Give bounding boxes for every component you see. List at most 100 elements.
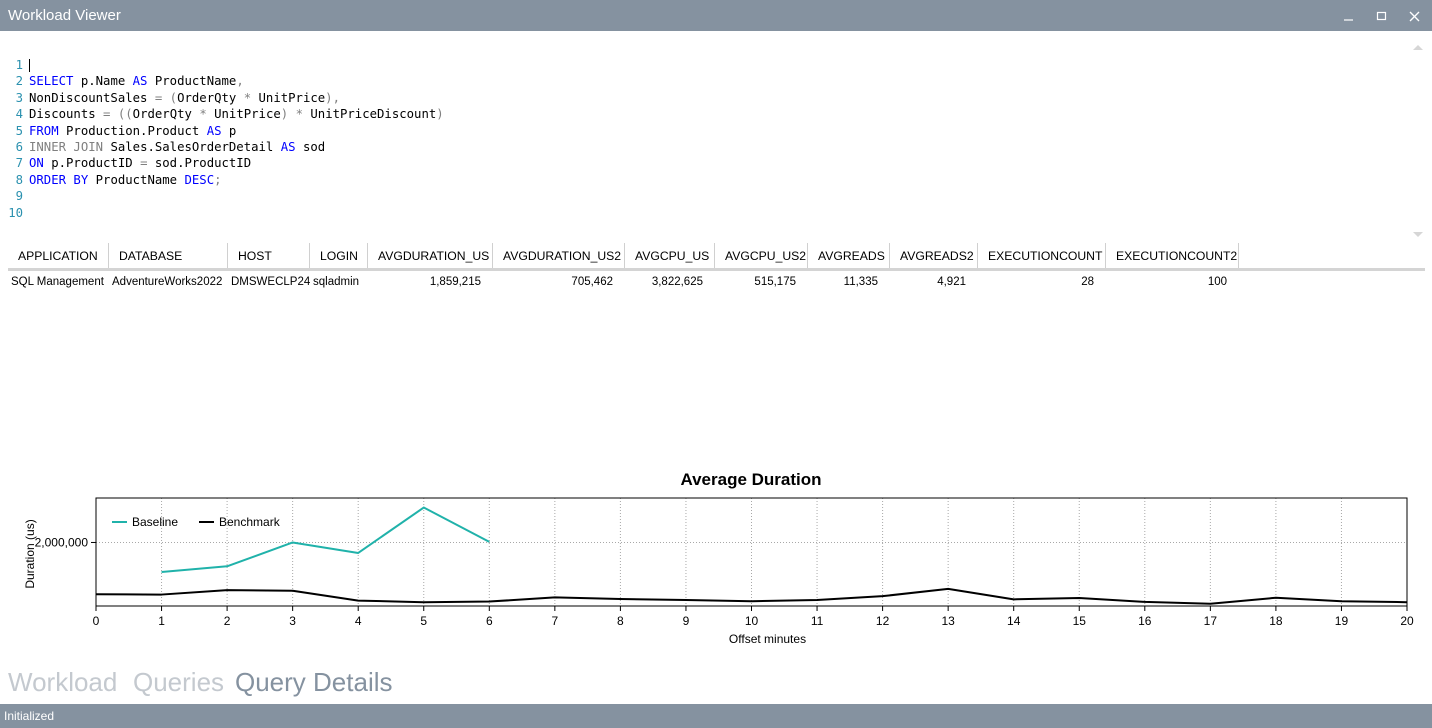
status-bar: Initialized <box>0 704 1432 728</box>
line-number: 9 <box>15 189 23 204</box>
line-number: 10 <box>8 205 23 220</box>
line-number: 5 <box>15 123 23 138</box>
tab-query-details[interactable]: Query Details <box>235 667 393 698</box>
code-token: OrderQty <box>177 90 244 105</box>
column-header-database[interactable]: DATABASE <box>109 243 228 268</box>
code-token: ), <box>325 90 340 105</box>
code-token: * <box>295 107 303 122</box>
code-text: SELECT p.Name AS ProductName, <box>29 73 244 89</box>
x-tick-label: 15 <box>1073 614 1087 628</box>
x-tick-label: 8 <box>617 614 624 628</box>
x-tick-label: 4 <box>355 614 362 628</box>
code-token: AS <box>280 140 296 154</box>
code-token: (( <box>117 107 133 122</box>
code-token: p.ProductID <box>43 156 141 171</box>
table-cell: DMSWECLP24 <box>231 276 311 288</box>
table-cell: 515,175 <box>754 276 796 288</box>
code-token: , <box>236 74 244 89</box>
x-tick-label: 18 <box>1269 614 1283 628</box>
code-token: ) <box>436 107 444 122</box>
tab-workload[interactable]: Workload <box>8 667 117 698</box>
table-cell: sqladmin <box>313 276 360 288</box>
code-token: NonDiscountSales <box>29 90 155 105</box>
code-token: OrderQty <box>132 107 200 122</box>
code-token: AS <box>206 123 222 138</box>
close-icon <box>1409 11 1420 22</box>
x-tick-label: 10 <box>745 614 759 628</box>
line-number: 2 <box>15 74 23 89</box>
code-token: UnitPrice <box>206 107 281 122</box>
line-number: 6 <box>15 140 23 154</box>
column-header-executioncount2[interactable]: EXECUTIONCOUNT2 <box>1106 243 1239 268</box>
code-token: Discounts <box>29 107 104 122</box>
status-text: Initialized <box>4 709 55 723</box>
average-duration-chart: 0 1 2 3 4 5 6 7 8 9 10 11 12 13 14 15 16 17 18 19 202,000,00… <box>23 497 1414 646</box>
x-tick-label: 12 <box>876 614 890 628</box>
code-text: Discounts = ((OrderQty * UnitPrice) * Un… <box>29 106 444 122</box>
code-text: FROM Production.Product AS p <box>29 123 236 139</box>
sql-editor[interactable]: 1 2 SELECT p.Name AS ProductName, 3 NonDisco… <box>0 57 1432 225</box>
x-tick-label: 3 <box>289 614 296 628</box>
x-tick-label: 13 <box>941 614 955 628</box>
grid-header: APPLICATION DATABASE HOST LOGIN AVGDURATION_… <box>8 243 1425 271</box>
code-token: p <box>221 123 237 138</box>
column-header-avgcpu-us2[interactable]: AVGCPU_US2 <box>715 243 808 268</box>
text-caret <box>29 59 30 72</box>
code-token: sod.ProductID <box>147 156 252 171</box>
table-cell: SQL Management <box>11 276 104 288</box>
y-tick-label: 2,000,000 <box>35 535 89 549</box>
code-token: p.Name <box>73 74 133 89</box>
column-header-host[interactable]: HOST <box>228 243 310 268</box>
table-cell: 100 <box>1207 276 1227 288</box>
table-cell: 28 <box>1081 276 1094 288</box>
column-header-login[interactable]: LOGIN <box>310 243 368 268</box>
line-number: 3 <box>15 90 23 105</box>
code-token: SELECT <box>29 74 74 89</box>
column-header-executioncount[interactable]: EXECUTIONCOUNT <box>978 243 1106 268</box>
column-header-avgreads[interactable]: AVGREADS <box>808 243 890 268</box>
x-tick-label: 20 <box>1400 614 1414 628</box>
minimize-button[interactable] <box>1335 4 1363 28</box>
code-token: Sales.SalesOrderDetail <box>103 140 281 154</box>
legend-label-benchmark: Benchmark <box>219 515 281 529</box>
column-header-avgduration-us2[interactable]: AVGDURATION_US2 <box>493 243 625 268</box>
line-number: 1 <box>15 58 23 72</box>
code-token: Production.Product <box>58 123 207 138</box>
table-cell: 705,462 <box>571 276 613 288</box>
column-header-avgcpu-us[interactable]: AVGCPU_US <box>625 243 715 268</box>
code-token: ProductName <box>88 172 185 187</box>
scroll-down-icon[interactable] <box>1412 230 1424 240</box>
tab-queries[interactable]: Queries <box>133 667 224 698</box>
table-row[interactable]: SQL Management AdventureWorks2022 DMSWECLP… <box>8 273 1425 291</box>
x-tick-label: 16 <box>1138 614 1152 628</box>
code-token: UnitPrice <box>251 90 326 105</box>
series-line-baseline <box>161 506 490 574</box>
scroll-up-icon[interactable] <box>1412 42 1424 52</box>
code-token: INNER JOIN <box>29 140 104 154</box>
line-number: 8 <box>15 172 23 187</box>
maximize-button[interactable] <box>1368 4 1396 28</box>
x-tick-label: 6 <box>486 614 493 628</box>
code-token: ( <box>169 90 178 105</box>
column-header-avgreads2[interactable]: AVGREADS2 <box>890 243 978 268</box>
code-text: ON p.ProductID = sod.ProductID <box>29 155 251 171</box>
code-token: * <box>199 107 207 122</box>
x-tick-label: 7 <box>552 614 559 628</box>
x-tick-label: 0 <box>93 614 100 628</box>
table-cell: 3,822,625 <box>651 276 703 288</box>
code-token: * <box>243 90 252 105</box>
code-token: AS <box>132 74 148 89</box>
table-cell: AdventureWorks2022 <box>112 276 223 288</box>
column-header-application[interactable]: APPLICATION <box>8 243 109 268</box>
code-token: ProductName <box>147 74 237 89</box>
code-token: DESC <box>184 172 215 187</box>
column-header-avgduration-us[interactable]: AVGDURATION_US <box>368 243 493 268</box>
close-button[interactable] <box>1401 4 1429 28</box>
x-tick-label: 14 <box>1007 614 1021 628</box>
x-tick-label: 5 <box>420 614 427 628</box>
x-axis-label: Offset minutes <box>729 632 806 646</box>
table-cell: 4,921 <box>937 276 966 288</box>
